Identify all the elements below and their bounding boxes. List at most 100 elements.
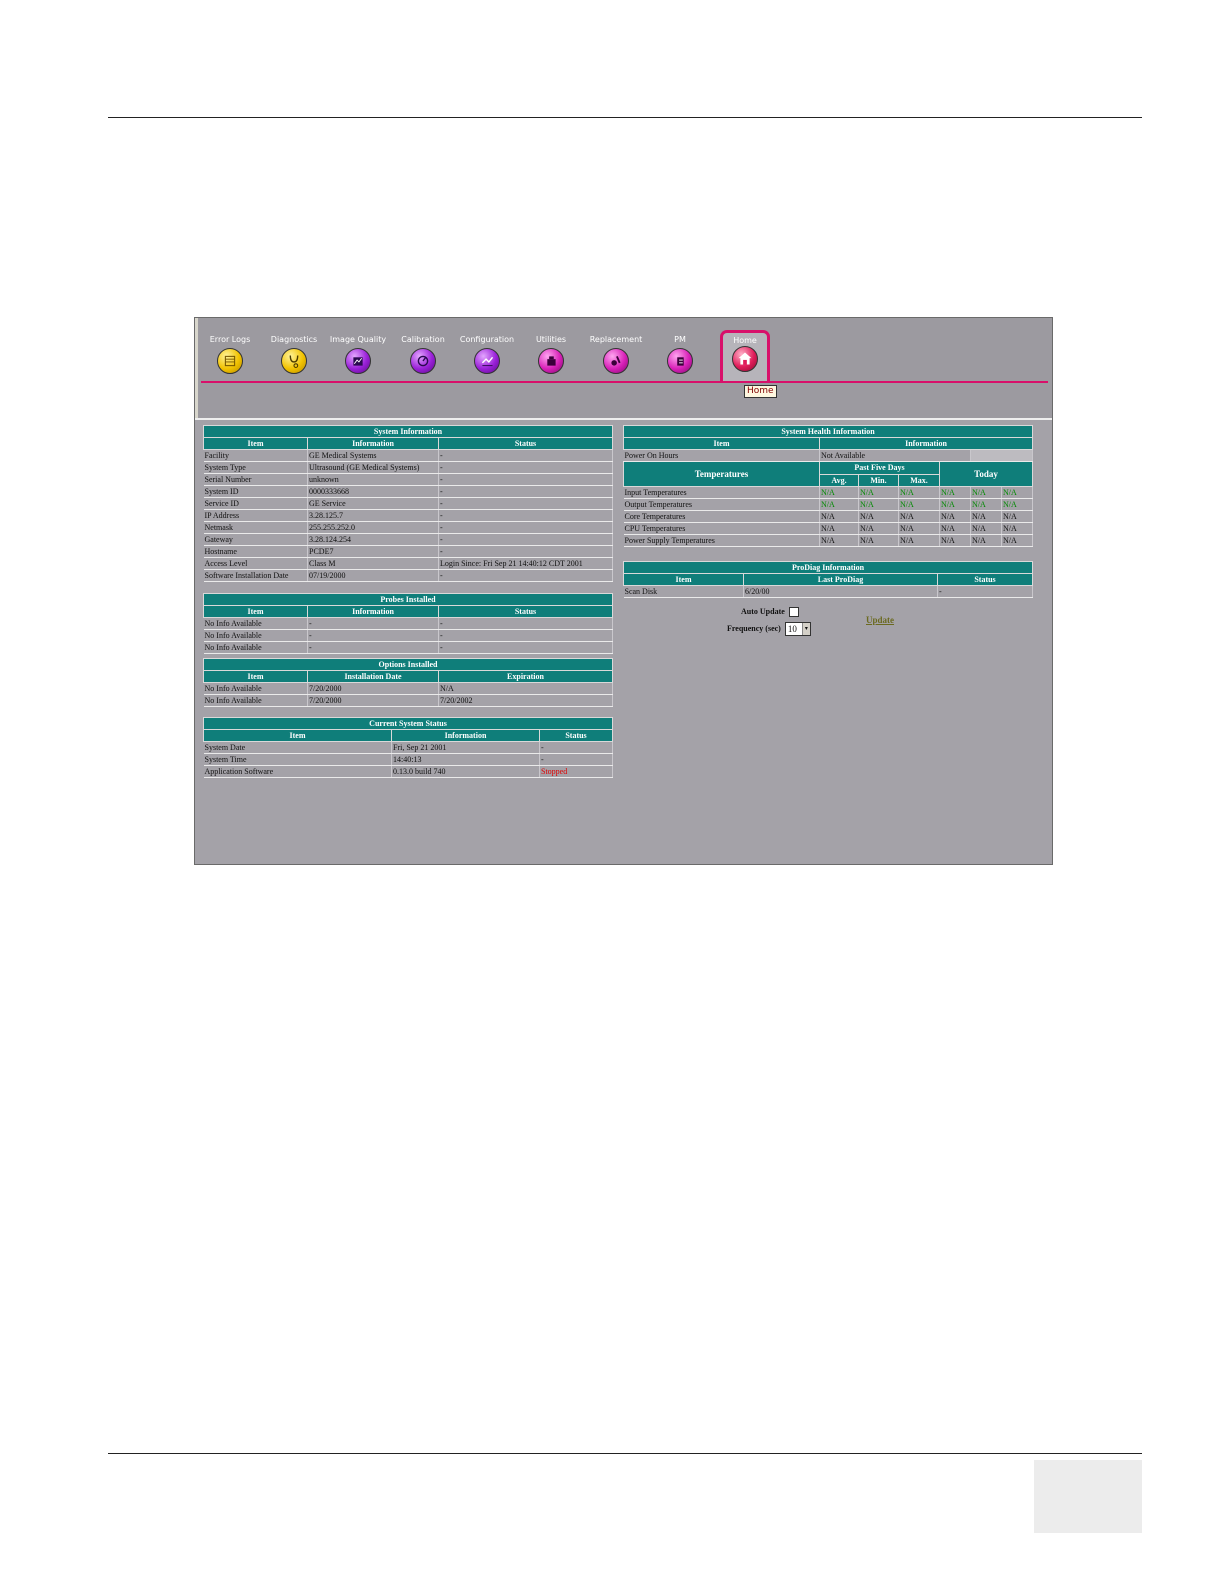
probes-installed-panel: Probes Installed Item Information Status N… xyxy=(203,593,613,654)
table-cell: No Info Available xyxy=(203,617,308,630)
table-row: No Info Available - - xyxy=(203,629,613,642)
toolbar-button-error-logs[interactable]: Error Logs xyxy=(195,334,265,374)
temperature-value: N/A xyxy=(939,486,971,499)
toolbar-button-diagnostics[interactable]: Diagnostics xyxy=(259,334,329,374)
temperature-value: N/A xyxy=(898,486,940,499)
table-cell: - xyxy=(539,741,613,754)
power-on-hours-label: Power On Hours xyxy=(623,449,820,462)
home-tooltip: Home xyxy=(744,385,777,398)
table-cell: Hostname xyxy=(203,545,308,558)
table-cell: - xyxy=(438,473,613,486)
temperature-label: Core Temperatures xyxy=(623,510,820,523)
temperature-value: N/A xyxy=(1001,534,1033,547)
probes-header-item: Item xyxy=(203,605,308,618)
temperature-value: N/A xyxy=(1001,486,1033,499)
temperature-value: N/A xyxy=(858,534,899,547)
toolbar-button-label: Utilities xyxy=(535,335,567,344)
temperature-value: N/A xyxy=(939,510,971,523)
max-header: Max. xyxy=(898,473,940,487)
system-info-header-information: Information xyxy=(307,437,439,450)
table-cell: Class M xyxy=(307,557,439,570)
toolbar-button-utilities[interactable]: Utilities xyxy=(516,334,586,374)
table-cell: Fri, Sep 21 2001 xyxy=(391,741,540,754)
prodiag-header-status: Status xyxy=(937,573,1033,586)
toolbar-button-pm[interactable]: PM xyxy=(645,334,715,374)
min-header: Min. xyxy=(858,473,899,487)
frequency-row: Frequency (sec) 10 ▾ xyxy=(727,622,811,636)
power-on-hours-value: Not Available xyxy=(819,449,971,462)
home-icon xyxy=(732,346,758,372)
table-cell: IP Address xyxy=(203,509,308,522)
temperature-value: N/A xyxy=(819,486,859,499)
temperature-value: N/A xyxy=(898,534,940,547)
table-cell: 3.28.124.254 xyxy=(307,533,439,546)
page-top-rule xyxy=(108,117,1142,118)
frequency-label: Frequency (sec) xyxy=(727,623,781,633)
table-row: Application Software 0.13.0 build 740 Stop… xyxy=(203,765,613,778)
toolbar-button-replacement[interactable]: Replacement xyxy=(581,334,651,374)
table-row: Serial Number unknown - xyxy=(203,473,613,486)
replacement-icon xyxy=(603,348,629,374)
table-cell: Serial Number xyxy=(203,473,308,486)
table-cell: - xyxy=(438,485,613,498)
table-cell: No Info Available xyxy=(203,694,308,707)
frequency-select[interactable]: 10 ▾ xyxy=(784,622,811,636)
temperature-row: Input Temperatures N/A N/A N/A N/A N/A N/A xyxy=(623,486,1033,499)
toolbar-button-label: PM xyxy=(674,335,686,344)
toolbar-button-label: Calibration xyxy=(401,335,445,344)
today-header: Today xyxy=(939,461,1033,487)
temperature-row: Output Temperatures N/A N/A N/A N/A N/A N/A xyxy=(623,498,1033,511)
temperature-value: N/A xyxy=(858,486,899,499)
table-cell: - xyxy=(438,533,613,546)
table-cell: unknown xyxy=(307,473,439,486)
home-tab[interactable]: Home xyxy=(720,330,770,383)
toolbar-button-calibration[interactable]: Calibration xyxy=(388,334,458,374)
temperature-label: Output Temperatures xyxy=(623,498,820,511)
table-cell: No Info Available xyxy=(203,641,308,654)
health-header-item: Item xyxy=(623,437,820,450)
table-cell: - xyxy=(438,521,613,534)
update-link[interactable]: Update xyxy=(866,615,894,625)
table-cell: Ultrasound (GE Medical Systems) xyxy=(307,461,439,474)
error-logs-icon xyxy=(217,348,243,374)
options-installed-title: Options Installed xyxy=(203,658,613,671)
chevron-down-icon: ▾ xyxy=(801,623,810,635)
table-row: Service ID GE Service - xyxy=(203,497,613,510)
toolbar-button-configuration[interactable]: Configuration xyxy=(452,334,522,374)
table-cell: Service ID xyxy=(203,497,308,510)
table-row: Gateway 3.28.124.254- xyxy=(203,533,613,546)
table-cell: 07/19/2000 xyxy=(307,569,439,582)
table-row: Netmask 255.255.252.0- xyxy=(203,521,613,534)
prodiag-header-item: Item xyxy=(623,573,744,586)
table-row: Scan Disk 6/20/00- xyxy=(623,585,1033,598)
temperature-value: N/A xyxy=(1001,522,1033,535)
table-row: IP Address 3.28.125.7- xyxy=(203,509,613,522)
table-cell: Netmask xyxy=(203,521,308,534)
auto-update-label: Auto Update xyxy=(741,607,785,616)
table-cell: 7/20/2002 xyxy=(438,694,613,707)
table-cell: 14:40:13 xyxy=(391,753,540,766)
auto-update-checkbox[interactable] xyxy=(788,607,799,618)
table-row: Access Level Class M Login Since: Fri Sep … xyxy=(203,557,613,570)
table-row: Software Installation Date 07/19/2000- xyxy=(203,569,613,582)
temperature-value: N/A xyxy=(898,510,940,523)
table-row: No Info Available - - xyxy=(203,617,613,630)
temperature-row: CPU Temperatures N/A N/A N/A N/A N/A N/A xyxy=(623,522,1033,535)
temperature-value: N/A xyxy=(898,522,940,535)
temperature-value: N/A xyxy=(970,534,1002,547)
table-cell: System Type xyxy=(203,461,308,474)
temperature-row: Core Temperatures N/A N/A N/A N/A N/A N/A xyxy=(623,510,1033,523)
table-cell: - xyxy=(307,629,439,642)
temperature-value: N/A xyxy=(970,486,1002,499)
table-row: Hostname PCDE7- xyxy=(203,545,613,558)
table-cell: Stopped xyxy=(539,765,613,778)
table-cell: Login Since: Fri Sep 21 14:40:12 CDT 200… xyxy=(438,557,613,570)
system-health-title: System Health Information xyxy=(623,425,1033,438)
system-health-table: System Health Information Item Informati… xyxy=(623,425,1033,547)
temperature-row: Power Supply Temperatures N/A N/A N/A N/A N/A… xyxy=(623,534,1033,547)
temperature-value: N/A xyxy=(939,498,971,511)
table-cell: - xyxy=(937,585,1033,598)
toolbar-button-image-quality[interactable]: Image Quality xyxy=(323,334,393,374)
system-information-title: System Information xyxy=(203,425,613,438)
table-cell: No Info Available xyxy=(203,629,308,642)
